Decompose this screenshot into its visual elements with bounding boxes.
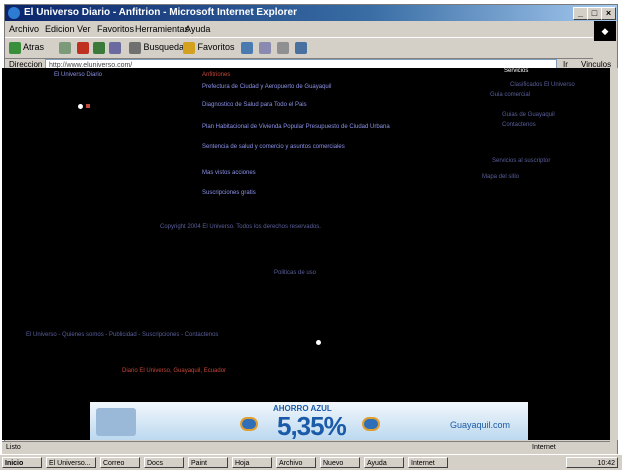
favorites-button[interactable]: Favoritos: [183, 41, 235, 54]
stop-icon: [77, 41, 89, 54]
taskbar-item-1[interactable]: El Universo...: [46, 457, 96, 468]
window-title: El Universo Diario - Anfitrion - Microso…: [24, 7, 297, 18]
page-content: El Universo Diario Anfitriones Prefectur…: [2, 68, 610, 440]
section-title: Anfitriones: [202, 72, 231, 78]
bottom-nav-links[interactable]: El Universo - Quienes somos - Publicidad…: [26, 332, 218, 338]
status-text: Listo: [6, 444, 21, 451]
edit-button[interactable]: [295, 41, 307, 54]
bottom-info: Diario El Universo, Guayaquil, Ecuador: [122, 368, 227, 374]
menu-herramientas[interactable]: Herramientas: [135, 24, 189, 34]
right-link-2[interactable]: Guia comercial: [490, 92, 530, 98]
banner-rate: 5,35%: [277, 411, 347, 440]
menu-bar: Archivo Edicion Ver Favoritos Herramient…: [5, 22, 617, 36]
menu-edicion[interactable]: Edicion: [45, 24, 75, 34]
refresh-button[interactable]: [93, 41, 105, 54]
back-button[interactable]: Atras: [9, 41, 44, 54]
windows-logo-icon: ◆: [594, 21, 616, 41]
mail-icon: [259, 41, 271, 54]
security-camera-icon: [96, 408, 136, 436]
forward-arrow-icon: [59, 41, 71, 54]
menu-favoritos[interactable]: Favoritos: [97, 24, 134, 34]
taskbar-item-2[interactable]: Correo: [100, 457, 140, 468]
taskbar-item-8[interactable]: Ayuda: [364, 457, 404, 468]
taskbar: Inicio El Universo... Correo Docs Paint …: [0, 454, 622, 470]
home-icon: [109, 41, 121, 54]
back-label: Atras: [23, 42, 45, 52]
menu-archivo[interactable]: Archivo: [9, 24, 39, 34]
vertical-scrollbar[interactable]: [610, 68, 618, 440]
right-link-3[interactable]: Guias de Guayaquil: [502, 112, 555, 118]
minimize-button[interactable]: _: [573, 7, 588, 20]
print-icon: [277, 41, 289, 54]
search-icon: [129, 41, 141, 54]
coin-icon-right: [362, 417, 380, 431]
search-label: Busqueda: [143, 42, 185, 52]
taskbar-item-4[interactable]: Paint: [188, 457, 228, 468]
mail-button[interactable]: [259, 41, 271, 54]
taskbar-item-9[interactable]: Internet: [408, 457, 448, 468]
home-button[interactable]: [109, 41, 121, 54]
content-link-4[interactable]: Sentencia de salud y comercio y asuntos …: [202, 144, 345, 150]
dot-icon: [316, 340, 321, 345]
taskbar-item-3[interactable]: Docs: [144, 457, 184, 468]
footer-policy-link[interactable]: Politicas de uso: [274, 270, 316, 276]
forward-button[interactable]: [59, 41, 71, 54]
right-header: Servicios: [504, 68, 529, 74]
search-button[interactable]: Busqueda: [129, 41, 184, 54]
history-button[interactable]: [241, 41, 253, 54]
start-button[interactable]: Inicio: [2, 457, 42, 468]
taskbar-item-5[interactable]: Hoja: [232, 457, 272, 468]
back-arrow-icon: [9, 41, 21, 54]
footer-copyright: Copyright 2004 El Universo. Todos los de…: [160, 224, 321, 230]
refresh-icon: [93, 41, 105, 54]
menu-ayuda[interactable]: Ayuda: [185, 24, 210, 34]
marker-icon: [86, 104, 90, 108]
content-link-3[interactable]: Plan Habitacional de Vivienda Popular Pr…: [202, 124, 390, 130]
toolbar: Atras Busqueda Favoritos: [5, 37, 593, 59]
site-logo-link[interactable]: El Universo Diario: [54, 72, 102, 78]
bullet-icon: [78, 104, 83, 109]
edit-icon: [295, 41, 307, 54]
favorites-label: Favoritos: [197, 42, 235, 52]
right-link-4[interactable]: Contactenos: [502, 122, 536, 128]
taskbar-item-7[interactable]: Nuevo: [320, 457, 360, 468]
menu-ver[interactable]: Ver: [77, 24, 91, 34]
content-link-5[interactable]: Mas vistos acciones: [202, 170, 256, 176]
star-icon: [183, 41, 195, 54]
taskbar-item-6[interactable]: Archivo: [276, 457, 316, 468]
right-link-1[interactable]: Clasificados El Universo: [510, 82, 575, 88]
right-link-6[interactable]: Mapa del sitio: [482, 174, 519, 180]
close-button[interactable]: ×: [601, 7, 616, 20]
maximize-button[interactable]: □: [587, 7, 602, 20]
advertisement-banner[interactable]: AHORRO AZUL 5,35% Guayaquil.com: [90, 402, 528, 440]
history-icon: [241, 41, 253, 54]
status-bar: Listo Internet: [2, 441, 610, 454]
system-clock: 10:42: [566, 457, 618, 468]
stop-button[interactable]: [77, 41, 89, 54]
content-link-6[interactable]: Suscripciones gratis: [202, 190, 256, 196]
zone-label: Internet: [532, 444, 556, 451]
content-link-2[interactable]: Diagnostico de Salud para Todo el Pais: [202, 102, 307, 108]
coin-icon-left: [240, 417, 258, 431]
content-link-1[interactable]: Prefectura de Ciudad y Aeropuerto de Gua…: [202, 84, 331, 90]
right-link-5[interactable]: Servicios al suscriptor: [492, 158, 550, 164]
internet-explorer-icon: [8, 7, 20, 19]
print-button[interactable]: [277, 41, 289, 54]
title-bar: El Universo Diario - Anfitrion - Microso…: [5, 5, 617, 21]
banner-brand: Guayaquil.com: [450, 420, 511, 430]
